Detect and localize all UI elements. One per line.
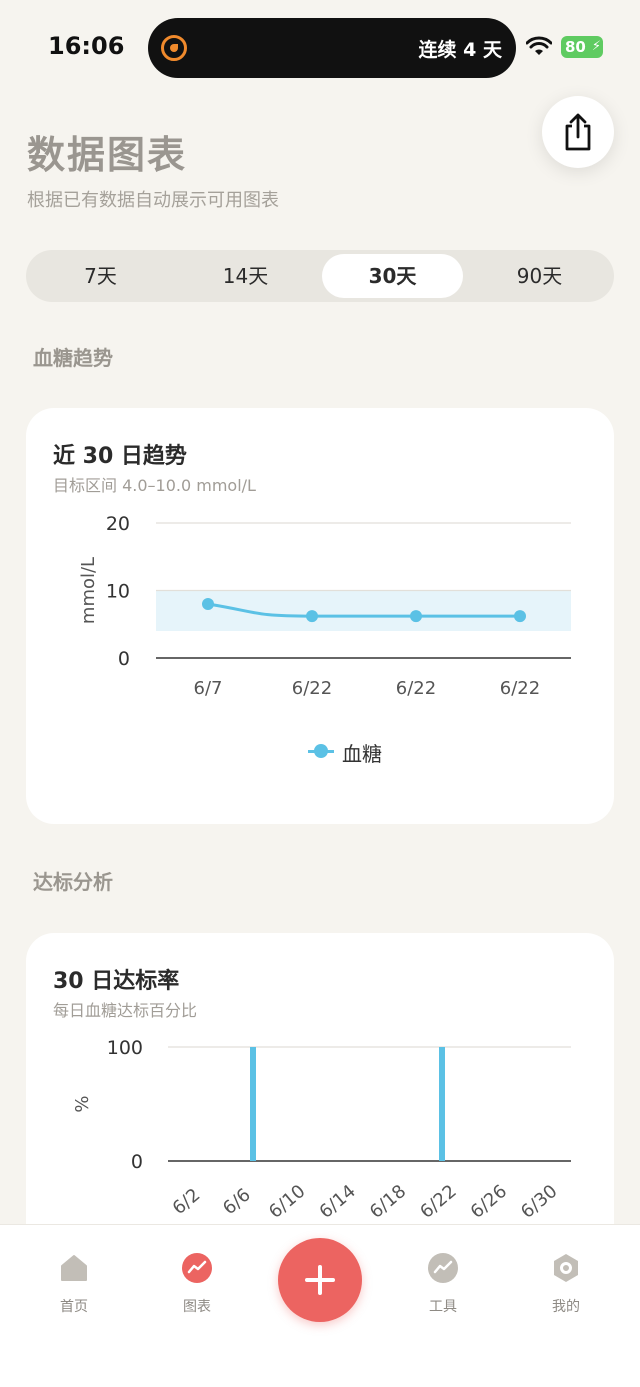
bar: [439, 1047, 445, 1161]
y-axis-label: %: [72, 1095, 93, 1112]
x-tick-label: 6/14: [315, 1181, 359, 1223]
home-icon: [61, 1255, 87, 1281]
status-bar: 16:06 连续 4 天 80: [0, 0, 640, 90]
streak-text: 连续 4 天: [418, 39, 502, 61]
streak-icon: [161, 35, 187, 61]
trend-card: 近 30 日趋势 目标区间 4.0–10.0 mmol/L 0 10 20 mmol/…: [26, 408, 614, 824]
tab-profile-label: 我的: [552, 1299, 580, 1315]
x-tick-label: 6/26: [467, 1181, 511, 1223]
tools-icon: [428, 1253, 458, 1283]
x-tick-label: 6/7: [194, 678, 223, 699]
data-point: [202, 598, 214, 610]
page-subtitle: 根据已有数据自动展示可用图表: [27, 190, 279, 211]
y-tick-label: 100: [107, 1037, 143, 1059]
y-axis-label: mmol/L: [78, 557, 99, 624]
compliance-bar-chart: 0 100% 6/2 6/6 6/10 6/14 6/18 6/22 6/26 6/30: [72, 1037, 571, 1223]
range-tab-7d[interactable]: 7天: [30, 254, 171, 298]
trend-line-chart: 0 10 20 mmol/L 6/7 6/22 6/22 6/22: [78, 513, 571, 699]
chart-icon: [182, 1253, 212, 1283]
range-tab-30d[interactable]: 30天: [322, 254, 463, 298]
range-segmented-control: 7天 14天 30天 90天: [26, 250, 614, 302]
trend-card-title: 近 30 日趋势: [53, 444, 187, 469]
y-tick-label: 10: [106, 581, 130, 603]
x-tick-label: 6/22: [292, 678, 332, 699]
target-range-band: [156, 590, 571, 631]
y-tick-label: 0: [131, 1151, 143, 1173]
bar: [250, 1047, 256, 1161]
tab-chart-label: 图表: [183, 1299, 211, 1315]
wifi-icon: [526, 36, 552, 55]
x-tick-label: 6/30: [517, 1181, 561, 1223]
x-tick-label: 6/22: [416, 1181, 460, 1223]
y-tick-label: 20: [106, 513, 130, 535]
battery-icon: 80: [561, 36, 603, 58]
profile-icon: [554, 1254, 578, 1282]
status-time: 16:06: [48, 32, 125, 60]
y-tick-label: 0: [118, 648, 130, 670]
legend-label: 血糖: [342, 742, 382, 766]
range-tab-14d[interactable]: 14天: [175, 254, 316, 298]
legend-dot-marker: [314, 744, 328, 758]
compliance-card-subtitle: 每日血糖达标百分比: [53, 1001, 198, 1020]
x-tick-label: 6/2: [169, 1184, 205, 1219]
x-tick-label: 6/22: [396, 678, 436, 699]
tab-home-label: 首页: [60, 1299, 88, 1315]
tab-tools-label: 工具: [429, 1299, 457, 1315]
x-tick-label: 6/10: [265, 1181, 309, 1223]
data-point: [306, 610, 318, 623]
page-title: 数据图表: [27, 133, 188, 177]
compliance-card: 30 日达标率 每日血糖达标百分比 0 100% 6/2 6/6 6/10 6/14 6/1…: [26, 933, 614, 1253]
data-point: [514, 610, 526, 623]
x-tick-label: 6/22: [500, 678, 540, 699]
section-title-compliance: 达标分析: [33, 870, 113, 894]
share-button[interactable]: [542, 96, 614, 168]
data-point: [410, 610, 422, 623]
share-icon: [565, 113, 591, 151]
x-tick-label: 6/18: [366, 1181, 410, 1223]
x-tick-label: 6/6: [219, 1184, 255, 1219]
trend-card-subtitle: 目标区间 4.0–10.0 mmol/L: [53, 476, 256, 495]
dynamic-island: 连续 4 天: [148, 18, 516, 78]
add-record-button[interactable]: [278, 1238, 362, 1322]
section-title-trend: 血糖趋势: [33, 346, 113, 370]
range-tab-90d[interactable]: 90天: [469, 254, 610, 298]
compliance-card-title: 30 日达标率: [53, 969, 180, 994]
battery-level: 80: [565, 38, 586, 56]
